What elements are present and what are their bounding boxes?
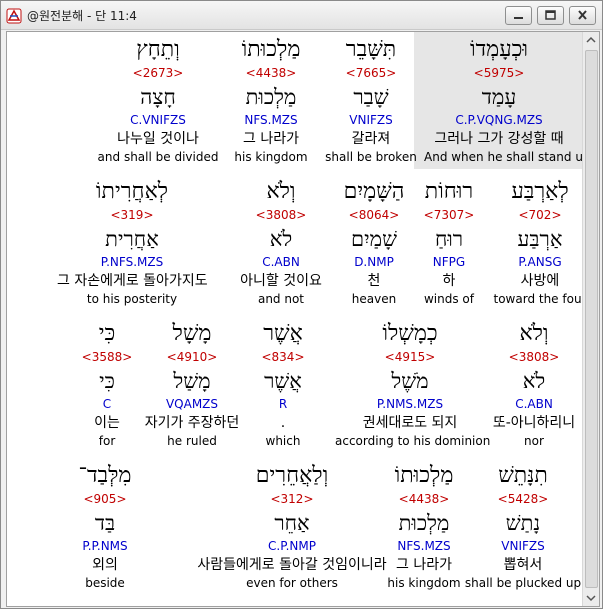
word-cell[interactable]: וְתֵחָץ <2673> חָצָה C.VNIFZS 나누일 것이나 and sha… — [83, 36, 233, 168]
korean-gloss: 그러나 그가 강성할 때 — [434, 131, 564, 147]
word-cell[interactable]: לְאַחֲרִיתוֹ <319> אַחֲרִית P.NFS.MZS 그 자손에게… — [57, 178, 208, 310]
hebrew-word: וּכְעָמְדוֹ — [469, 37, 529, 62]
lexical-form: כִּי — [99, 369, 115, 393]
word-cell[interactable]: מִלְּבַד־ <905> בַּד P.P.NMS 외의 beside — [30, 462, 180, 594]
english-gloss: beside — [85, 576, 125, 590]
hebrew-word: כִּי — [98, 321, 116, 346]
english-gloss: even for others — [246, 576, 338, 590]
korean-gloss: 외의 — [92, 557, 118, 573]
strong-number: <312> — [270, 492, 314, 506]
word-cell[interactable]: וְלֹא <3808> לֹא C.ABN 아니할 것이요 and not — [206, 178, 356, 310]
strong-number: <319> — [110, 208, 154, 222]
app-logo-icon — [6, 8, 22, 24]
lexical-form: חָצָה — [140, 85, 176, 109]
minimize-icon — [514, 17, 523, 19]
english-gloss: and not — [257, 292, 305, 306]
hebrew-word: וְלַאֲחֵרִים — [255, 463, 329, 488]
lexical-form: לֹא — [269, 227, 293, 251]
maximize-button[interactable] — [537, 6, 564, 25]
english-gloss: to his posterity — [86, 292, 178, 306]
window-title: @원전분해 - 단 11:4 — [27, 9, 137, 23]
strong-number: <5975> — [473, 66, 525, 80]
word-cell[interactable]: כִּי <3588> כִּי C 이는 for — [32, 320, 182, 452]
lexical-form: אַחֲרִית — [105, 227, 159, 251]
korean-gloss: 이는 — [94, 415, 120, 431]
strong-number: <3588> — [81, 350, 133, 364]
hebrew-word: וְלֹא — [266, 179, 296, 204]
morphology-code: C.ABN — [262, 255, 300, 269]
lexical-form: עָמַד — [481, 85, 517, 109]
word-cell[interactable]: וְלַאֲחֵרִים <312> אַחֵר C.P.NMP 사람들에게로 돌아갈 … — [197, 462, 387, 594]
title-bar[interactable]: @원전분해 - 단 11:4 — [1, 1, 602, 30]
morphology-code: P.P.NMS — [82, 539, 128, 553]
korean-gloss: 그 자손에게로 돌아가지도 — [57, 273, 208, 289]
korean-gloss: 아니할 것이요 — [240, 273, 322, 289]
english-gloss: and shall be divided — [97, 150, 219, 164]
lexical-form: בַּד — [94, 511, 116, 535]
english-gloss: And when he shall stand up — [424, 150, 591, 164]
morphology-code: C.VNIFZS — [130, 113, 186, 127]
scroll-thumb[interactable] — [585, 50, 598, 588]
hebrew-word: לְאַחֲרִיתוֹ — [95, 179, 169, 204]
scroll-up-icon[interactable] — [583, 32, 599, 48]
korean-gloss: 사람들에게로 돌아갈 것임이니라 — [197, 557, 387, 573]
minimize-button[interactable] — [505, 6, 532, 25]
hebrew-word: מִלְּבַד־ — [78, 463, 132, 488]
lexical-form: אַחֵר — [274, 511, 310, 535]
scroll-down-icon[interactable] — [583, 590, 599, 606]
strong-number: <2673> — [132, 66, 184, 80]
morphology-code: C.P.VQNG.MZS — [455, 113, 543, 127]
vertical-scrollbar[interactable] — [582, 32, 599, 606]
close-button[interactable] — [569, 6, 596, 25]
close-icon — [578, 10, 587, 20]
morphology-code: C.P.NMP — [268, 539, 316, 553]
verse-analysis-panel: וּכְעָמְדוֹ <5975> עָמַד C.P.VQNG.MZS 그러나 그가… — [6, 31, 600, 607]
korean-gloss: 나누일 것이나 — [117, 131, 199, 147]
hebrew-word: וְתֵחָץ — [136, 37, 180, 62]
morphology-code: P.NFS.MZS — [100, 255, 164, 269]
strong-number: <3808> — [255, 208, 307, 222]
maximize-icon — [545, 10, 556, 20]
morphology-code: C — [102, 397, 112, 411]
word-cell[interactable]: וּכְעָמְדוֹ <5975> עָמַד C.P.VQNG.MZS 그러나 그가… — [424, 36, 591, 168]
app-window: @원전분해 - 단 11:4 וּכְעָמְדוֹ <5975> עָמַד C.P… — [0, 0, 603, 609]
english-gloss: for — [98, 434, 116, 448]
strong-number: <905> — [83, 492, 127, 506]
